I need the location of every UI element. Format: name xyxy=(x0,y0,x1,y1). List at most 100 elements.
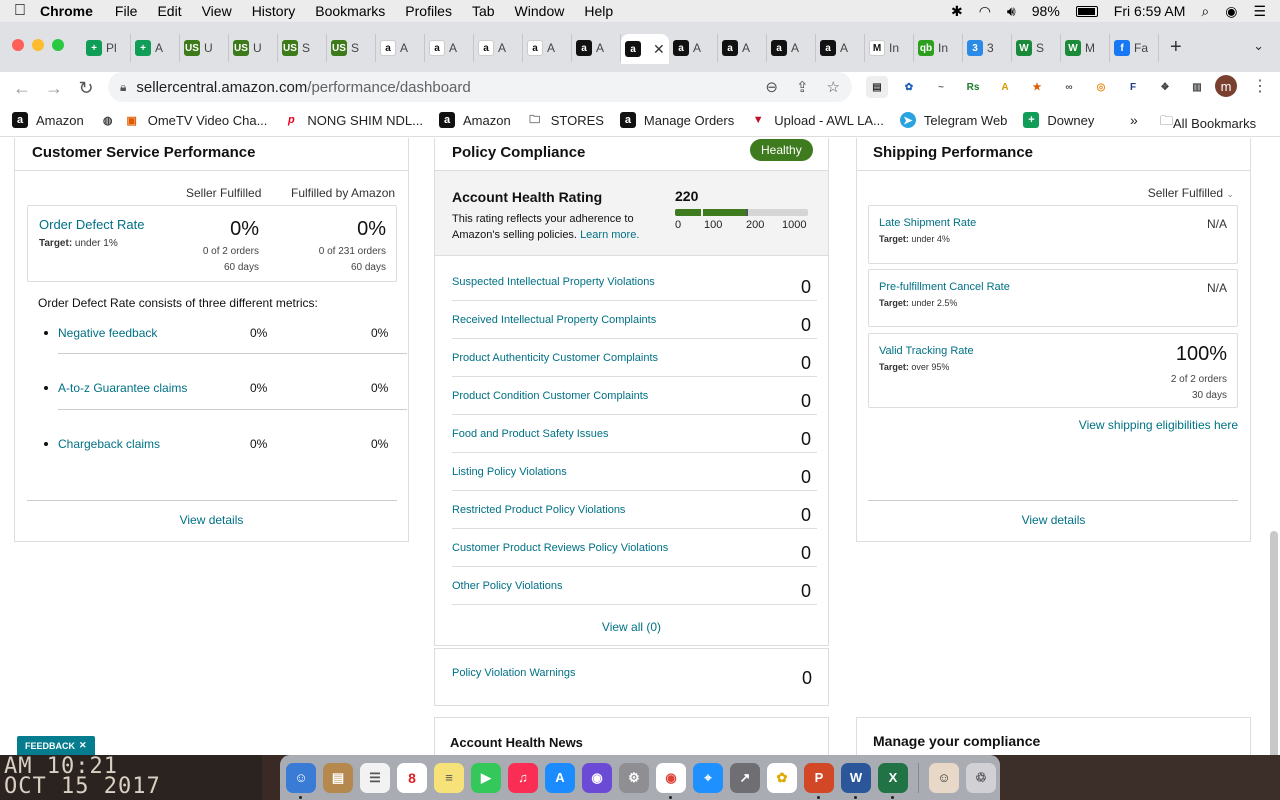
extension-off-badge-icon[interactable]: ★ xyxy=(1026,76,1048,98)
menu-window[interactable]: Window xyxy=(515,3,565,19)
bookmarks-overflow-icon[interactable]: » xyxy=(1130,112,1138,128)
app-store-icon[interactable]: A xyxy=(545,762,575,793)
bookmark-star-icon[interactable]: ☆ xyxy=(827,78,840,96)
chrome-menu-icon[interactable]: ⋮ xyxy=(1252,76,1268,96)
new-tab-button[interactable]: + xyxy=(1170,36,1182,59)
tab[interactable]: aA xyxy=(718,34,767,62)
cancel-rate-link[interactable]: Pre-fulfillment Cancel Rate xyxy=(879,281,1010,293)
photos-icon[interactable]: ✿ xyxy=(767,762,797,793)
violation-link[interactable]: Product Condition Customer Complaints xyxy=(452,390,648,402)
word-icon[interactable]: W xyxy=(841,762,871,799)
bookmark-amazon-2[interactable]: a Amazon xyxy=(439,112,511,128)
tab[interactable]: aA xyxy=(669,34,718,62)
forward-button[interactable]: → xyxy=(38,78,70,99)
tab[interactable]: US S xyxy=(327,34,376,62)
menu-help[interactable]: Help xyxy=(584,3,613,19)
side-panel-icon[interactable]: ▥ xyxy=(1186,76,1208,98)
extension-wave-icon[interactable]: ~ xyxy=(930,76,952,98)
violation-link[interactable]: Product Authenticity Customer Complaints xyxy=(452,352,658,364)
extension-flower-icon[interactable]: ✿ xyxy=(898,76,920,98)
finder-icon[interactable]: ☺ xyxy=(286,762,316,799)
control-center-icon[interactable]: ☰ xyxy=(1253,3,1266,20)
bookmark-downey[interactable]: + Downey xyxy=(1023,112,1094,128)
bookmark-manage-orders[interactable]: a Manage Orders xyxy=(619,112,734,128)
metric-link[interactable]: A-to-z Guarantee claims xyxy=(58,381,187,395)
metric-link[interactable]: Negative feedback xyxy=(58,326,157,340)
close-icon[interactable]: ✕ xyxy=(79,740,87,751)
tab[interactable]: aA xyxy=(474,34,523,62)
tab[interactable]: + Pl xyxy=(82,34,131,62)
violation-link[interactable]: Restricted Product Policy Violations xyxy=(452,504,625,516)
extension-f-icon[interactable]: F xyxy=(1122,76,1144,98)
bookmark-amazon[interactable]: a Amazon xyxy=(12,112,84,128)
extensions-puzzle-icon[interactable]: ❖ xyxy=(1154,76,1176,98)
share-icon[interactable]: ⇪ xyxy=(796,78,809,96)
music-icon[interactable]: ♫ xyxy=(508,762,538,793)
extension-off-icon[interactable]: ▤ xyxy=(866,76,888,98)
tab[interactable]: f Fa xyxy=(1110,34,1159,62)
all-bookmarks-button[interactable]: 🗀︎ All Bookmarks xyxy=(1160,112,1256,134)
violation-link[interactable]: Customer Product Reviews Policy Violatio… xyxy=(452,542,668,554)
spotlight-search-icon[interactable]: ⌕ xyxy=(1201,3,1209,20)
battery-icon[interactable] xyxy=(1075,5,1098,17)
menu-tab[interactable]: Tab xyxy=(472,3,495,19)
launchpad-icon[interactable]: ↗ xyxy=(730,762,760,793)
app-menu-chrome[interactable]: Chrome xyxy=(40,3,93,19)
tab[interactable]: aA xyxy=(425,34,474,62)
address-bar[interactable]: 🔒︎ sellercentral.amazon.com/performance/… xyxy=(108,72,852,102)
violation-link[interactable]: Suspected Intellectual Property Violatio… xyxy=(452,276,655,288)
minimize-window-button[interactable] xyxy=(32,39,44,51)
siri-icon[interactable]: ◉ xyxy=(1225,3,1237,20)
learn-more-link[interactable]: Learn more. xyxy=(580,229,639,241)
bookmark-nongshim[interactable]: p NONG SHIM NDL... xyxy=(283,112,423,128)
extension-rs-icon[interactable]: Rs xyxy=(962,76,984,98)
tab[interactable]: US S xyxy=(278,34,327,62)
wifi-icon[interactable]: ◠ xyxy=(979,3,991,20)
profile-avatar[interactable]: m xyxy=(1215,75,1237,97)
menu-bookmarks[interactable]: Bookmarks xyxy=(315,3,385,19)
safari-icon[interactable]: ⌖ xyxy=(693,762,723,793)
back-button[interactable]: ← xyxy=(6,78,38,99)
extension-circle-icon[interactable]: ◎ xyxy=(1090,76,1112,98)
menu-clock[interactable]: Fri 6:59 AM xyxy=(1114,3,1186,19)
volume-icon[interactable]: 🔊︎ xyxy=(1007,3,1016,20)
tab[interactable]: WS xyxy=(1012,34,1061,62)
violation-link[interactable]: Food and Product Safety Issues xyxy=(452,428,609,440)
cs-view-details-link[interactable]: View details xyxy=(15,513,408,527)
close-window-button[interactable] xyxy=(12,39,24,51)
bookmark-stores-folder[interactable]: 🗀︎ STORES xyxy=(527,112,604,128)
extension-link-icon[interactable]: ∞ xyxy=(1058,76,1080,98)
tab[interactable]: aA xyxy=(376,34,425,62)
violation-link[interactable]: Received Intellectual Property Complaint… xyxy=(452,314,656,326)
zoom-window-button[interactable] xyxy=(52,39,64,51)
bookmark-telegram[interactable]: ➤ Telegram Web xyxy=(899,112,1007,128)
view-all-violations-link[interactable]: View all (0) xyxy=(435,620,828,634)
excel-icon[interactable]: X xyxy=(878,762,908,799)
shipping-eligibilities-link[interactable]: View shipping eligibilities here xyxy=(1079,418,1238,432)
tab[interactable]: US U xyxy=(180,34,229,62)
menu-view[interactable]: View xyxy=(202,3,232,19)
tab[interactable]: aA xyxy=(523,34,572,62)
siri-icon[interactable]: ◉ xyxy=(582,762,612,793)
late-shipment-link[interactable]: Late Shipment Rate xyxy=(879,217,976,229)
lock-icon[interactable]: 🔒︎ xyxy=(120,80,126,95)
menu-profiles[interactable]: Profiles xyxy=(405,3,452,19)
page-scrollbar[interactable] xyxy=(1270,531,1278,755)
odr-link[interactable]: Order Defect Rate xyxy=(39,217,145,232)
tab[interactable]: WM xyxy=(1061,34,1110,62)
fulfillment-filter-dropdown[interactable]: Seller Fulfilled ⌄ xyxy=(1148,186,1234,200)
tab[interactable]: aA xyxy=(816,34,865,62)
tab-active[interactable]: a ✕ xyxy=(621,34,669,64)
system-preferences-icon[interactable]: ⚙ xyxy=(619,762,649,793)
document-preview-icon[interactable]: ☺ xyxy=(929,762,959,793)
tab[interactable]: aA xyxy=(572,34,621,62)
extension-amz-icon[interactable]: A xyxy=(994,76,1016,98)
bookmark-upload-awl[interactable]: ▼ Upload - AWL LA... xyxy=(750,112,884,128)
policy-warnings-link[interactable]: Policy Violation Warnings xyxy=(452,667,576,679)
tab[interactable]: US U xyxy=(229,34,278,62)
menu-edit[interactable]: Edit xyxy=(157,3,181,19)
tab[interactable]: aA xyxy=(767,34,816,62)
trash-icon[interactable]: ♲ xyxy=(966,762,996,793)
menu-history[interactable]: History xyxy=(252,3,296,19)
chrome-icon[interactable]: ◉ xyxy=(656,762,686,799)
